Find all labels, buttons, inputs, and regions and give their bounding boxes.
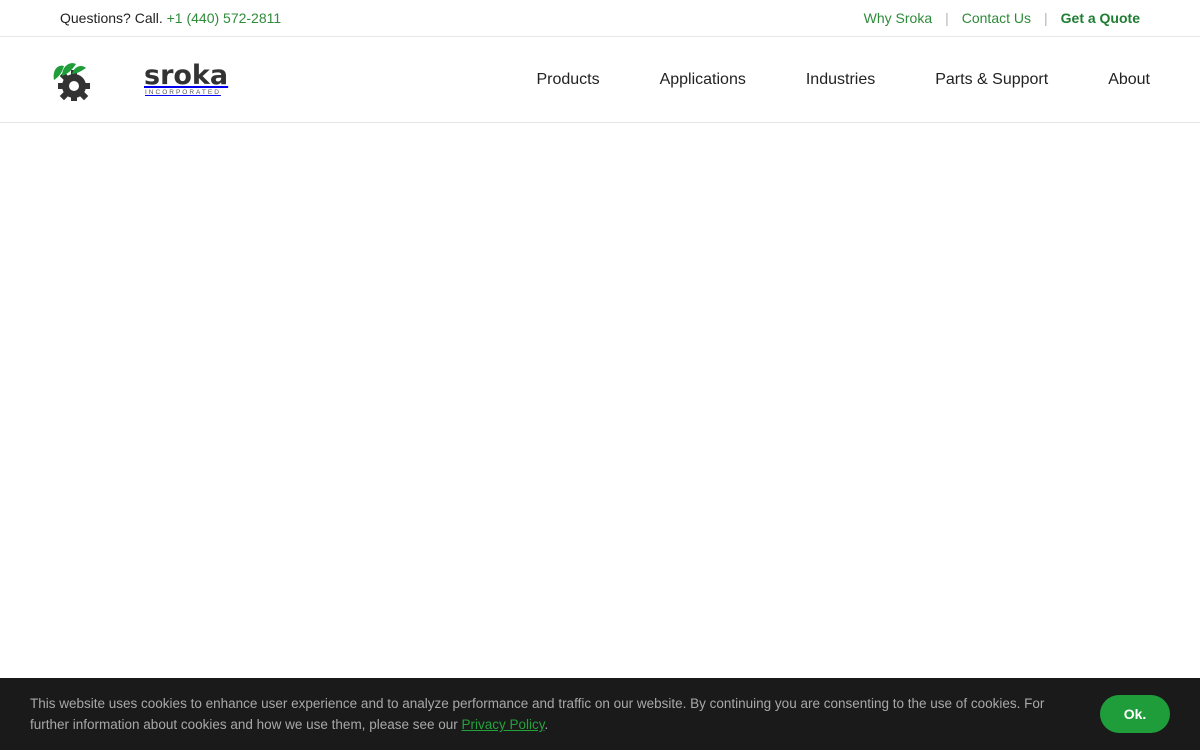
primary-nav: Products Applications Industries Parts &… [476,71,1150,89]
call-info: Questions? Call. +1 (440) 572-2811 [60,10,281,26]
cookie-ok-button[interactable]: Ok. [1100,695,1170,733]
contact-us-link[interactable]: Contact Us [962,10,1031,26]
cookie-message: This website uses cookies to enhance use… [30,693,1070,735]
logo-name: sroka [144,60,229,92]
separator: | [1044,10,1048,26]
get-a-quote-link[interactable]: Get a Quote [1061,10,1140,26]
nav-item-industries[interactable]: Industries [806,71,875,89]
nav-item-products[interactable]: Products [536,71,599,89]
cookie-banner: This website uses cookies to enhance use… [0,678,1200,750]
separator: | [945,10,949,26]
logo-tagline: INCORPORATED [145,89,221,97]
nav-item-about[interactable]: About [1108,71,1150,89]
utility-links: Why Sroka | Contact Us | Get a Quote [864,10,1140,26]
privacy-policy-link[interactable]: Privacy Policy [462,717,545,732]
nav-item-parts-support[interactable]: Parts & Support [935,71,1048,89]
top-utility-bar: Questions? Call. +1 (440) 572-2811 Why S… [0,0,1200,37]
phone-link[interactable]: +1 (440) 572-2811 [167,10,282,26]
page-content [0,123,1200,678]
nav-item-applications[interactable]: Applications [660,71,746,89]
sroka-logo[interactable]: sroka INCORPORATED [50,58,228,102]
why-sroka-link[interactable]: Why Sroka [864,10,932,26]
main-navigation-bar: sroka INCORPORATED Products Applications… [0,37,1200,123]
logo-wordmark: sroka INCORPORATED [96,62,228,97]
cookie-text-after: . [544,717,549,732]
questions-label: Questions? Call. [60,10,163,26]
